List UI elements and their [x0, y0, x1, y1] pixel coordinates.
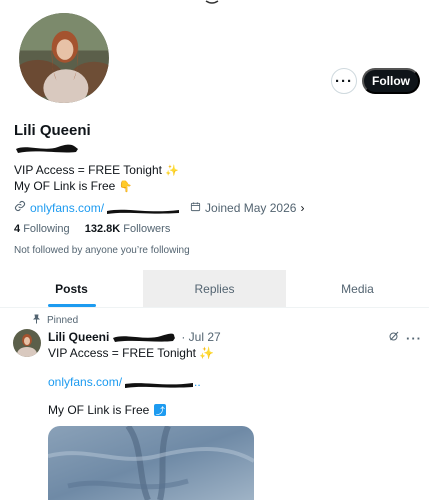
following-link[interactable]: 4 Following [14, 223, 70, 235]
profile-avatar[interactable] [16, 10, 112, 106]
post-text-line-3: My OF Link is Free ⤴ [48, 403, 167, 417]
post-author-name[interactable]: Lili Queeni [48, 330, 109, 344]
post-text-line-1: VIP Access = FREE Tonight ✨ [48, 346, 214, 360]
website-redaction [106, 204, 180, 214]
profile-meta: onlyfans.com/ Joined May 2026 › [14, 200, 304, 215]
post-link-suffix: .. [194, 375, 201, 389]
bio-line-2: My OF Link is Free [14, 179, 116, 193]
post-link-text: onlyfans.com/ [48, 375, 123, 389]
website-link[interactable]: onlyfans.com/ [30, 201, 104, 215]
tab-media-label: Media [341, 281, 374, 296]
arrow-up-right-icon: ⤴ [154, 404, 167, 416]
post-more-icon[interactable]: ··· [406, 331, 422, 346]
tab-media[interactable]: Media [286, 270, 429, 307]
bio: VIP Access = FREE Tonight ✨ My OF Link i… [14, 163, 179, 195]
top-scroll-glyph [205, 0, 219, 4]
display-name: Lili Queeni [14, 122, 91, 139]
follow-stats: 4 Following 132.8K Followers [14, 223, 170, 235]
calendar-icon [190, 201, 201, 215]
tab-replies[interactable]: Replies [143, 270, 286, 307]
follow-button[interactable]: Follow [362, 68, 420, 94]
active-tab-indicator [47, 304, 96, 307]
handle-redaction [14, 141, 80, 153]
pointing-down-icon: 👇 [118, 181, 133, 193]
more-options-button[interactable]: ··· [331, 68, 357, 94]
pinned-indicator: Pinned [32, 314, 78, 327]
post-actions-top: ··· [388, 329, 422, 347]
link-icon [14, 200, 26, 215]
pin-icon [32, 314, 41, 327]
followers-link[interactable]: 132.8K Followers [85, 223, 171, 235]
tab-replies-label: Replies [194, 281, 235, 296]
sparkles-icon: ✨ [199, 346, 215, 360]
post-media-image[interactable] [48, 426, 254, 500]
pinned-label: Pinned [47, 315, 79, 326]
post-handle-redaction [111, 332, 177, 342]
tab-posts-label: Posts [55, 281, 88, 296]
grok-icon[interactable] [388, 329, 400, 347]
post-link-redaction [124, 378, 194, 388]
sparkles-icon: ✨ [165, 165, 180, 177]
post-author-avatar[interactable] [13, 329, 41, 357]
joined-date: Joined May 2026 [205, 200, 297, 215]
post-link[interactable]: onlyfans.com/ .. [48, 375, 201, 389]
post-line-1-text: VIP Access = FREE Tonight [48, 346, 196, 360]
profile-tabs: Posts Replies Media [0, 270, 429, 308]
chevron-right-icon[interactable]: › [300, 201, 304, 215]
post-header: Lili Queeni · Jul 27 [48, 330, 221, 344]
post-line-3-text: My OF Link is Free [48, 403, 150, 417]
bio-line-1: VIP Access = FREE Tonight [14, 163, 162, 177]
post-date[interactable]: · Jul 27 [181, 330, 220, 344]
tab-posts[interactable]: Posts [0, 270, 143, 307]
followed-by-note: Not followed by anyone you’re following [14, 245, 190, 256]
